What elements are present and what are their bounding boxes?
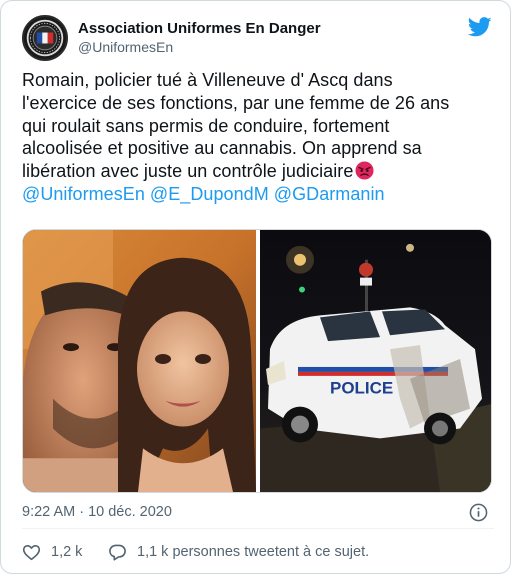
tweet-header: Association Uniformes En Danger @Uniform… — [22, 15, 494, 61]
association-logo-icon — [24, 17, 66, 59]
tweet-line-text: libération avec juste un contrôle judici… — [22, 161, 354, 182]
tweet-line: alcoolisée et positive au cannabis. On a… — [22, 138, 422, 159]
photo-crashed-police-car[interactable]: POLICE — [260, 230, 491, 492]
photo-officer-and-girl[interactable] — [23, 230, 256, 492]
mention-link[interactable]: @E_DupondM — [150, 184, 269, 204]
mentions-line: @UniformesEn @E_DupondM @GDarmanin — [22, 183, 492, 206]
avatar[interactable] — [22, 15, 68, 61]
police-car-photo-icon: POLICE — [260, 230, 491, 492]
tweet-card: Association Uniformes En Danger @Uniform… — [0, 0, 511, 574]
tweet-actions: 1,2 k 1,1 k personnes tweetent à ce suje… — [22, 541, 494, 563]
author-handle[interactable]: @UniformesEn — [78, 38, 321, 57]
conversation-button[interactable]: 1,1 k personnes tweetent à ce sujet. — [108, 541, 369, 563]
tweet-meta: 9:22 AM · 10 déc. 2020 — [22, 502, 494, 524]
tweet-line-last: libération avec juste un contrôle judici… — [22, 160, 492, 183]
portrait-photo-icon — [23, 230, 256, 492]
conversation-count: 1,1 k personnes tweetent à ce sujet. — [137, 544, 370, 560]
tweet-line: Romain, policier tué à Villeneuve d' Asc… — [22, 70, 393, 90]
angry-face-icon — [355, 161, 374, 180]
tweet-text: Romain, policier tué à Villeneuve d' Asc… — [22, 69, 492, 206]
tweet-line: l'exercice de ses fonctions, par une fem… — [22, 92, 450, 113]
author-names: Association Uniformes En Danger @Uniform… — [78, 19, 321, 57]
car-police-label: POLICE — [330, 379, 393, 398]
media-grid: POLICE — [22, 229, 492, 493]
heart-icon — [22, 544, 41, 560]
divider — [22, 528, 494, 529]
twitter-bird-icon[interactable] — [468, 17, 492, 37]
mention-link[interactable]: @GDarmanin — [274, 184, 385, 204]
info-icon[interactable] — [469, 503, 488, 522]
tweet-line: qui roulait sans permis de conduire, for… — [22, 115, 390, 136]
speech-bubble-icon — [109, 544, 126, 561]
mention-link[interactable]: @UniformesEn — [22, 184, 145, 204]
tweet-timestamp[interactable]: 9:22 AM · 10 déc. 2020 — [22, 504, 172, 520]
like-count: 1,2 k — [51, 544, 83, 560]
author-display-name[interactable]: Association Uniformes En Danger — [78, 19, 321, 38]
like-button[interactable]: 1,2 k — [22, 541, 82, 563]
